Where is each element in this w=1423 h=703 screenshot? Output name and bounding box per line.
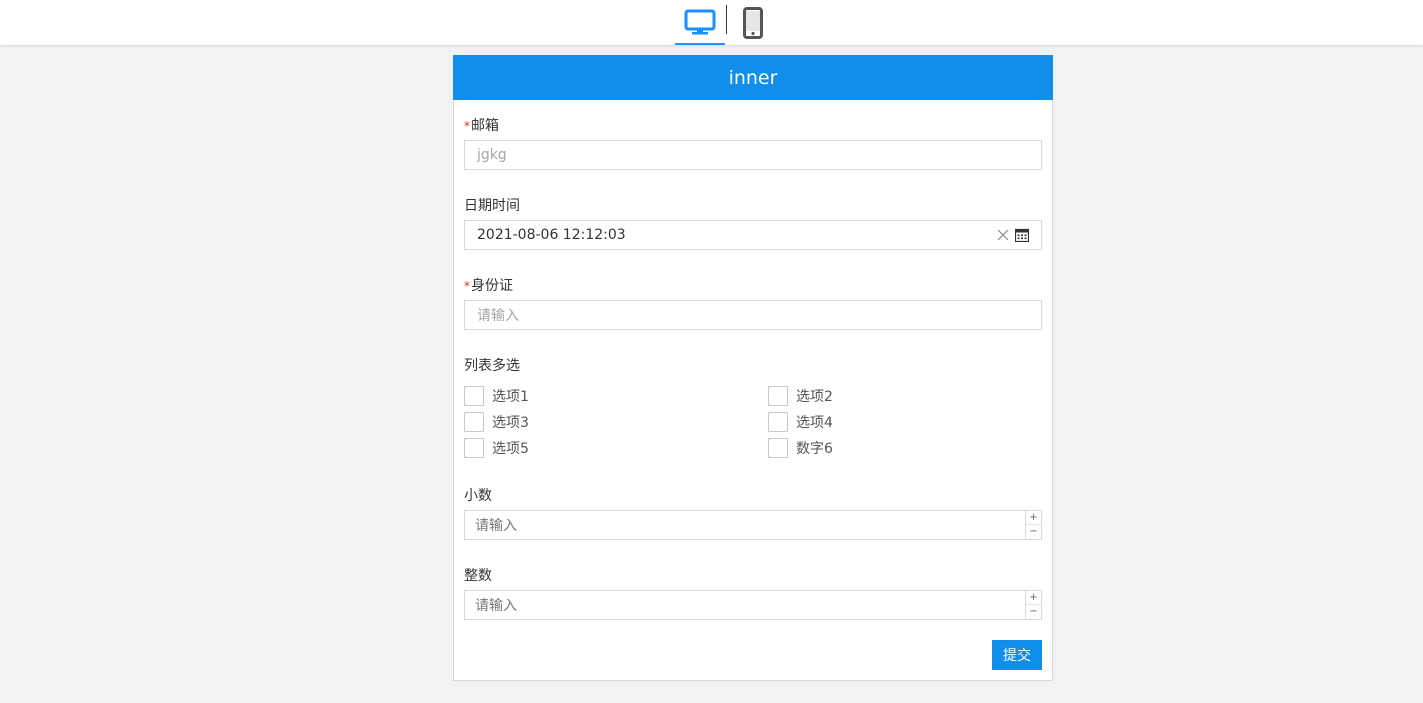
decimal-label: 小数 xyxy=(464,488,492,504)
submit-button[interactable]: 提交 xyxy=(992,640,1042,670)
desktop-icon xyxy=(684,9,716,34)
multi-select-label: 列表多选 xyxy=(464,358,520,374)
top-bar xyxy=(0,0,1423,45)
desktop-view-button[interactable] xyxy=(675,0,725,45)
mobile-view-button[interactable] xyxy=(733,0,773,45)
mobile-phone-icon xyxy=(743,6,763,39)
checkbox-option-2[interactable]: 选项2 xyxy=(768,386,833,406)
datetime-field[interactable]: 2021-08-06 12:12:03 xyxy=(464,220,1042,250)
id-card-label: *身份证 xyxy=(464,278,513,294)
checkbox-option-5[interactable]: 选项5 xyxy=(464,438,529,458)
checkbox-option-3[interactable]: 选项3 xyxy=(464,412,529,432)
checkbox[interactable] xyxy=(464,386,484,406)
datetime-value: 2021-08-06 12:12:03 xyxy=(477,227,626,243)
checkbox[interactable] xyxy=(464,438,484,458)
decrement-button[interactable]: − xyxy=(1026,605,1041,619)
increment-button[interactable]: + xyxy=(1026,591,1041,605)
email-field[interactable]: jgkg xyxy=(464,140,1042,170)
checkbox[interactable] xyxy=(464,412,484,432)
device-divider xyxy=(726,5,727,34)
panel-title: inner xyxy=(453,55,1053,100)
checkbox[interactable] xyxy=(768,438,788,458)
integer-field[interactable]: 请输入 + − xyxy=(464,590,1042,620)
checkbox-option-1[interactable]: 选项1 xyxy=(464,386,529,406)
id-card-field[interactable]: 请输入 xyxy=(464,300,1042,330)
decimal-placeholder: 请输入 xyxy=(475,518,517,534)
email-label: *邮箱 xyxy=(464,118,499,134)
integer-placeholder: 请输入 xyxy=(475,598,517,614)
required-mark: * xyxy=(464,279,470,293)
checkbox-option-4[interactable]: 选项4 xyxy=(768,412,833,432)
decimal-field[interactable]: 请输入 + − xyxy=(464,510,1042,540)
device-switcher xyxy=(675,0,775,45)
calendar-icon[interactable] xyxy=(1015,228,1029,242)
decrement-button[interactable]: − xyxy=(1026,525,1041,539)
checkbox[interactable] xyxy=(768,412,788,432)
form-panel: inner *邮箱 jgkg 日期时间 2021-08-06 12:12:03 … xyxy=(453,55,1053,681)
email-placeholder: jgkg xyxy=(477,147,507,163)
checkbox-option-6[interactable]: 数字6 xyxy=(768,438,833,458)
increment-button[interactable]: + xyxy=(1026,511,1041,525)
required-mark: * xyxy=(464,119,470,133)
checkbox[interactable] xyxy=(768,386,788,406)
clear-icon[interactable] xyxy=(997,228,1009,242)
id-card-placeholder: 请输入 xyxy=(477,308,519,324)
integer-label: 整数 xyxy=(464,568,492,584)
decimal-stepper: + − xyxy=(1025,511,1041,539)
datetime-label: 日期时间 xyxy=(464,198,520,214)
integer-stepper: + − xyxy=(1025,591,1041,619)
